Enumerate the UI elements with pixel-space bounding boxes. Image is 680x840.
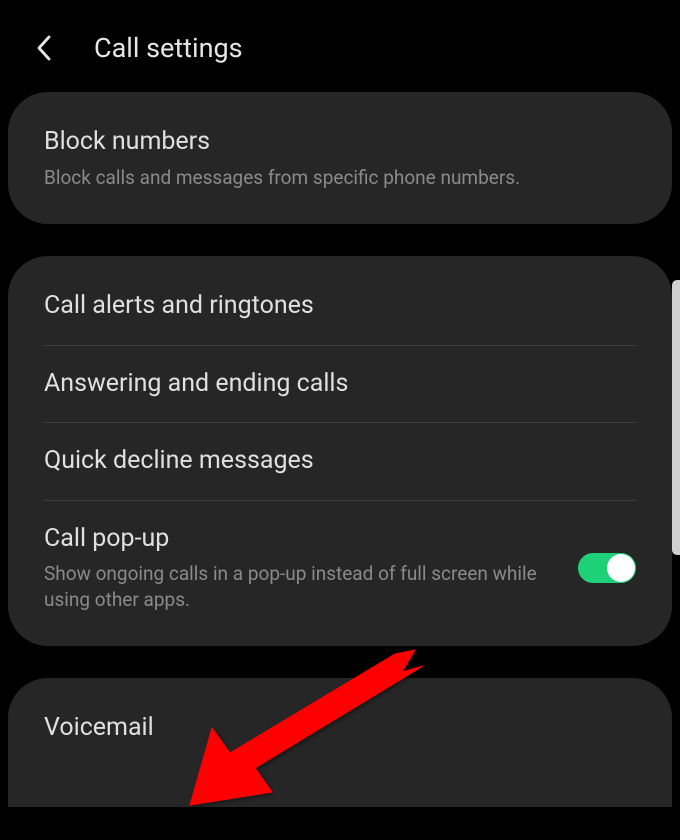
list-item-call-popup[interactable]: Call pop-up Show ongoing calls in a pop-… (8, 501, 672, 635)
page-title: Call settings (94, 32, 243, 64)
list-item-call-alerts[interactable]: Call alerts and ringtones (8, 268, 672, 345)
list-item-quick-decline[interactable]: Quick decline messages (8, 423, 672, 500)
list-item-voicemail[interactable]: Voicemail (8, 690, 672, 767)
card-voicemail: Voicemail (8, 678, 672, 807)
header: Call settings (0, 0, 680, 92)
item-title: Call pop-up (44, 523, 558, 556)
item-title: Block numbers (44, 126, 636, 159)
item-title: Call alerts and ringtones (44, 290, 636, 323)
card-call-options: Call alerts and ringtones Answering and … (8, 256, 672, 646)
item-subtitle: Show ongoing calls in a pop-up instead o… (44, 561, 558, 612)
item-text: Call pop-up Show ongoing calls in a pop-… (44, 523, 578, 613)
item-subtitle: Block calls and messages from specific p… (44, 165, 636, 191)
item-title: Answering and ending calls (44, 368, 636, 401)
back-icon[interactable] (20, 28, 70, 68)
list-item-answering-ending[interactable]: Answering and ending calls (8, 346, 672, 423)
scrollbar[interactable] (672, 280, 680, 555)
item-title: Voicemail (44, 712, 636, 745)
card-block: Block numbers Block calls and messages f… (8, 92, 672, 224)
toggle-thumb (607, 554, 635, 582)
list-item-block-numbers[interactable]: Block numbers Block calls and messages f… (8, 104, 672, 212)
item-title: Quick decline messages (44, 445, 636, 478)
toggle-switch[interactable] (578, 553, 636, 583)
